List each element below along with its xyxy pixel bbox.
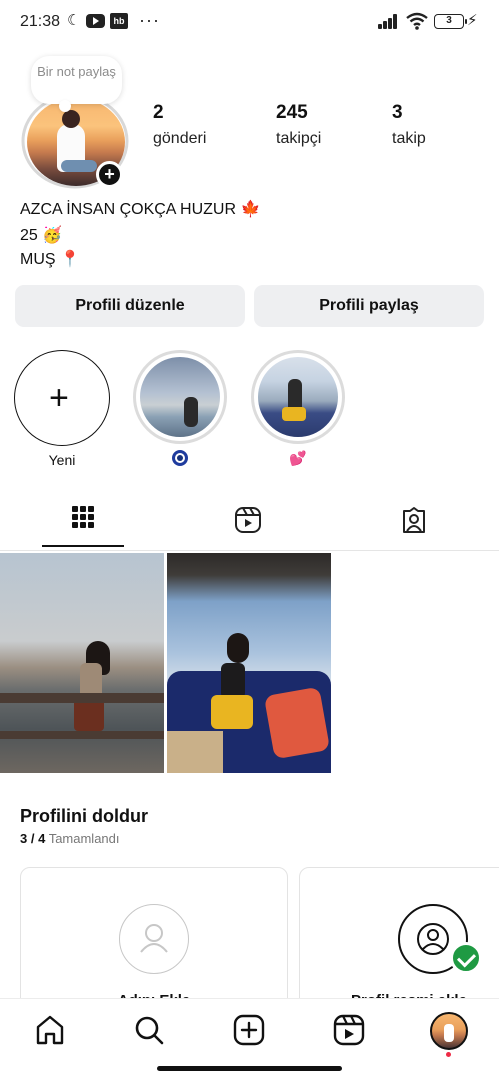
followers-count: 245 — [276, 102, 308, 123]
status-bar: 21:38 ☾ hb ··· 3 ⚡ — [0, 0, 499, 44]
complete-profile-title: Profilini doldur — [20, 806, 148, 826]
following-label: takip — [392, 130, 426, 147]
hearts-icon: 💕 — [289, 450, 307, 466]
edit-profile-button[interactable]: Profili düzenle — [15, 285, 245, 327]
person-icon — [119, 904, 189, 974]
reels-icon[interactable] — [332, 1013, 366, 1047]
highlight-new-label: Yeni — [48, 452, 76, 468]
progress-label: Tamamlandı — [48, 831, 120, 846]
highlight-hearts[interactable]: 💕 — [250, 350, 346, 468]
followers-stat[interactable]: 245 takipçi — [276, 102, 321, 148]
tab-tagged[interactable] — [356, 497, 476, 550]
post-thumbnail[interactable] — [167, 553, 331, 773]
active-tab-indicator — [42, 545, 124, 547]
highlight-new[interactable]: + Yeni — [14, 350, 110, 470]
reels-icon — [235, 507, 261, 533]
followers-label: takipçi — [276, 130, 322, 147]
moon-icon: ☾ — [67, 12, 81, 29]
youtube-icon — [86, 14, 105, 28]
checkmark-icon — [450, 942, 482, 974]
bio-age-line: 25 🥳 — [20, 227, 63, 244]
create-icon[interactable] — [232, 1013, 266, 1047]
complete-profile-progress: 3 / 4 Tamamlandı — [20, 831, 120, 846]
home-indicator — [157, 1066, 342, 1071]
home-icon[interactable] — [33, 1013, 67, 1047]
profile-avatar[interactable] — [430, 1012, 468, 1050]
signal-icon — [378, 13, 400, 29]
share-profile-button[interactable]: Profili paylaş — [254, 285, 484, 327]
following-stat[interactable]: 3 takip — [392, 102, 426, 148]
bottom-navigation — [0, 998, 499, 1080]
posts-label: gönderi — [153, 130, 207, 147]
highlight-label — [132, 450, 228, 468]
highlight-ring[interactable] — [133, 350, 227, 444]
post-thumbnail[interactable] — [0, 553, 164, 773]
wifi-icon — [406, 12, 428, 30]
highlight-new-circle[interactable]: + — [14, 350, 110, 446]
posts-count: 2 — [153, 102, 164, 123]
profile-tabs — [0, 497, 499, 551]
evil-eye-icon — [172, 450, 188, 466]
tagged-user-icon — [403, 507, 425, 533]
posts-stat[interactable]: 2 gönderi — [153, 102, 206, 148]
tab-reels[interactable] — [190, 497, 310, 550]
bio-location-line: MUŞ 📍 — [20, 251, 80, 268]
grid-icon — [72, 506, 94, 528]
bio-name-line: AZCA İNSAN ÇOKÇA HUZUR 🍁 — [20, 201, 261, 218]
search-icon[interactable] — [132, 1013, 166, 1047]
battery-icon: 3 — [434, 14, 467, 29]
note-bubble[interactable]: Bir not paylaş — [31, 56, 122, 112]
following-count: 3 — [392, 102, 403, 123]
highlight-cover-image — [258, 357, 338, 437]
highlight-evil-eye[interactable] — [132, 350, 228, 468]
highlight-cover-image — [140, 357, 220, 437]
add-story-plus-icon[interactable]: + — [96, 161, 123, 188]
notification-dot — [446, 1052, 451, 1057]
plus-icon: + — [49, 379, 69, 417]
more-notifications-icon: ··· — [139, 10, 160, 30]
highlight-ring[interactable] — [251, 350, 345, 444]
progress-count: 3 / 4 — [20, 831, 46, 846]
hb-app-icon: hb — [110, 13, 128, 29]
status-time: 21:38 — [20, 13, 61, 30]
charging-icon: ⚡ — [467, 12, 478, 29]
tab-grid[interactable] — [22, 497, 142, 550]
